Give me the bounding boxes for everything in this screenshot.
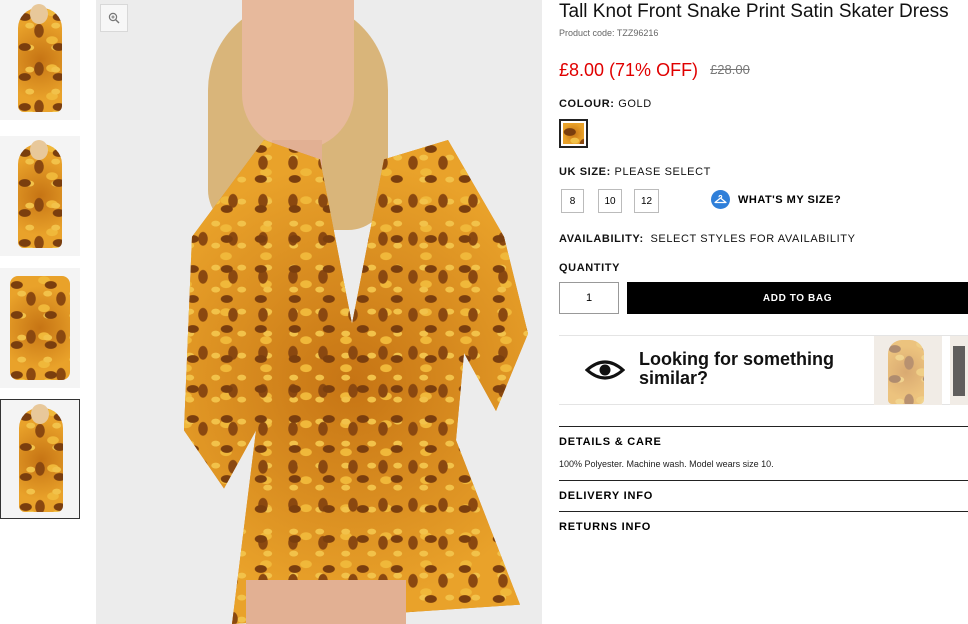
size-value: PLEASE SELECT: [614, 166, 711, 178]
thumbnail-2[interactable]: [0, 136, 80, 256]
size-label: UK SIZE: PLEASE SELECT: [559, 166, 711, 178]
original-price: £28.00: [710, 62, 750, 77]
thumbnail-model-head: [30, 140, 48, 160]
zoom-icon: [108, 12, 120, 24]
colour-label: COLOUR: GOLD: [559, 98, 652, 110]
product-title: Tall Knot Front Snake Print Satin Skater…: [559, 1, 949, 22]
availability-value: SELECT STYLES FOR AVAILABILITY: [650, 233, 856, 245]
details-care-body: 100% Polyester. Machine wash. Model wear…: [559, 459, 774, 469]
thumbnail-model-head: [30, 4, 48, 24]
quantity-input[interactable]: [559, 282, 619, 314]
colour-label-key: COLOUR:: [559, 98, 615, 110]
hanger-icon: [711, 190, 730, 209]
swatch-pattern: [563, 123, 584, 144]
colour-swatch-gold[interactable]: [559, 119, 588, 148]
similar-product-image[interactable]: [874, 336, 942, 405]
quantity-label: QUANTITY: [559, 262, 620, 274]
whats-my-size-label: WHAT'S MY SIZE?: [738, 193, 842, 206]
zoom-button[interactable]: [100, 4, 128, 32]
thumbnail-1[interactable]: [0, 0, 80, 120]
size-label-key: UK SIZE:: [559, 166, 611, 178]
availability-label: AVAILABILITY:: [559, 233, 644, 245]
thumbnail-3[interactable]: [0, 268, 80, 388]
accordion-delivery-info[interactable]: DELIVERY INFO: [559, 480, 968, 511]
size-option-12[interactable]: 12: [634, 189, 659, 213]
details-care-heading: DETAILS & CARE: [559, 436, 662, 448]
accordion-details-care[interactable]: DETAILS & CARE 100% Polyester. Machine w…: [559, 426, 968, 480]
thumbnail-image: [10, 276, 70, 380]
sale-price: £8.00 (71% OFF): [559, 60, 699, 80]
colour-value: GOLD: [618, 98, 652, 110]
main-product-image[interactable]: [96, 0, 542, 624]
size-option-8[interactable]: 8: [561, 189, 584, 213]
similar-product-figure: [888, 340, 924, 404]
accordion-returns-info[interactable]: RETURNS INFO: [559, 511, 968, 542]
add-to-bag-button[interactable]: ADD TO BAG: [627, 282, 968, 314]
whats-my-size-link[interactable]: WHAT'S MY SIZE?: [711, 190, 841, 209]
model-legs: [246, 580, 406, 624]
availability: AVAILABILITY: SELECT STYLES FOR AVAILABI…: [559, 233, 856, 245]
size-option-10[interactable]: 10: [598, 189, 622, 213]
model-face: [242, 0, 354, 150]
find-similar-text: Looking for something similar?: [639, 349, 834, 388]
find-similar-banner[interactable]: Looking for something similar?: [559, 335, 968, 405]
delivery-info-heading: DELIVERY INFO: [559, 490, 654, 502]
returns-info-heading: RETURNS INFO: [559, 521, 652, 533]
eye-icon: [585, 360, 625, 380]
price: £8.00 (71% OFF) £28.00: [559, 60, 750, 81]
similar-product-figure: [953, 346, 965, 396]
thumbnail-4[interactable]: [0, 399, 80, 519]
quantity-label-text: QUANTITY: [559, 262, 621, 274]
thumbnail-model-head: [31, 404, 49, 424]
product-code: Product code: TZZ96216: [559, 28, 659, 38]
similar-product-image[interactable]: [950, 336, 968, 405]
